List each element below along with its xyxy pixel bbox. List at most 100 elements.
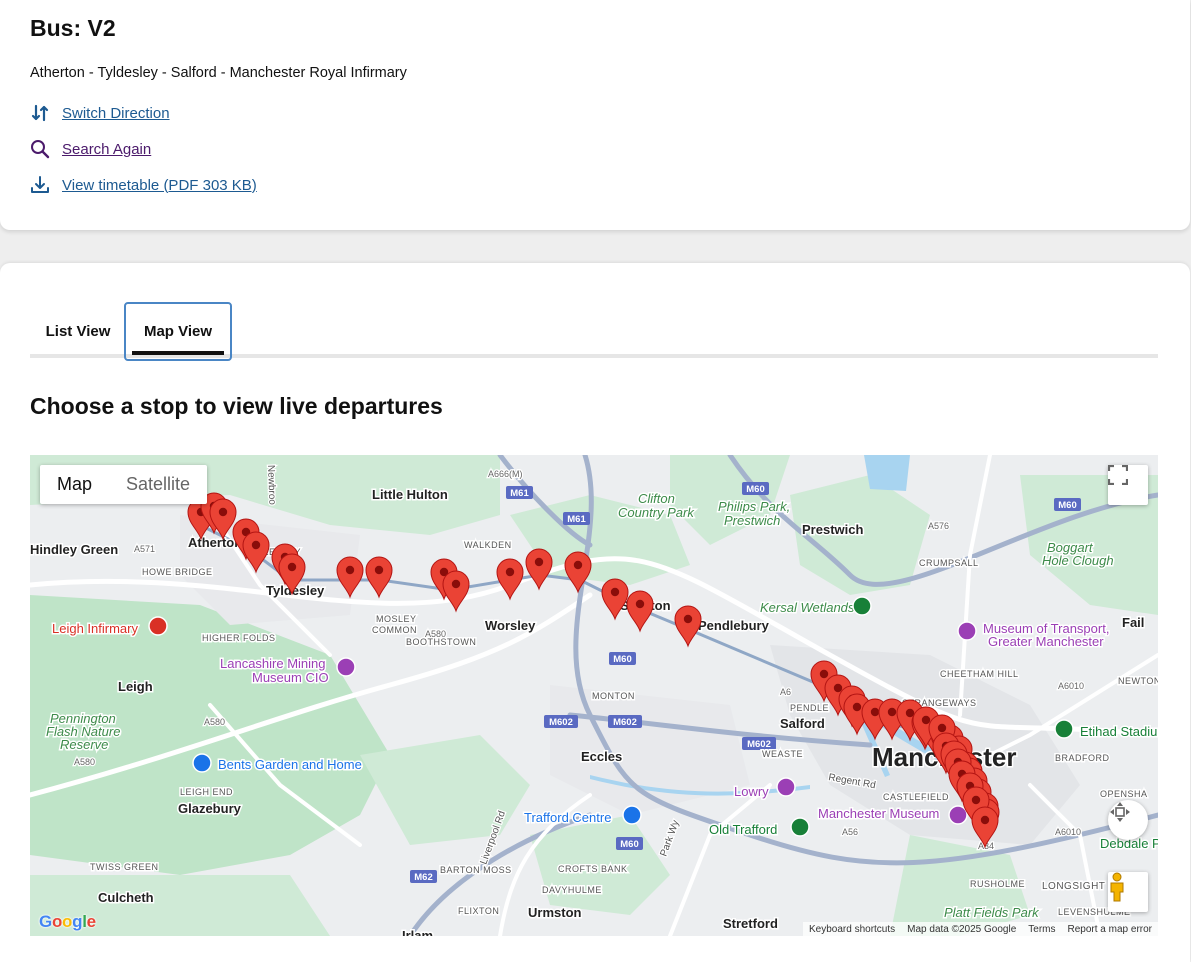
search-again-link[interactable]: Search Again bbox=[30, 139, 151, 159]
place-label: Prestwich bbox=[802, 522, 863, 537]
poi-icon bbox=[776, 777, 796, 797]
place-label: Leigh bbox=[118, 679, 153, 694]
tab-map-view[interactable]: Map View bbox=[124, 302, 232, 361]
road-shield-label: M602 bbox=[549, 717, 573, 728]
place-label: LONGSIGHT bbox=[1042, 881, 1105, 892]
poi-icon bbox=[192, 753, 212, 773]
bus-stop-marker[interactable] bbox=[601, 578, 629, 621]
place-label: TWISS GREEN bbox=[90, 862, 159, 872]
fullscreen-button[interactable] bbox=[1108, 465, 1148, 505]
map-type-map-button[interactable]: Map bbox=[40, 465, 109, 504]
poi-label: Bents Garden and Home bbox=[218, 757, 362, 772]
marker-pin-shape bbox=[442, 570, 470, 613]
marker-pin-dot bbox=[683, 614, 693, 624]
marker-pin-dot bbox=[534, 557, 544, 567]
marker-pin-shape bbox=[626, 590, 654, 633]
bus-stop-marker[interactable] bbox=[365, 556, 393, 599]
poi-icon bbox=[790, 817, 810, 837]
marker-pin-dot bbox=[870, 707, 880, 717]
search-icon bbox=[30, 139, 50, 159]
road-shield-label: A56 bbox=[842, 827, 858, 837]
place-label: Hindley Green bbox=[30, 542, 118, 557]
road-shield-label: M60 bbox=[620, 839, 638, 850]
tab-list-view[interactable]: List View bbox=[30, 302, 126, 361]
poi-label: Greater Manchester bbox=[988, 634, 1104, 649]
page-title: Bus: V2 bbox=[30, 15, 116, 41]
view-tabs: List View Map View bbox=[30, 302, 1158, 361]
bus-stop-marker[interactable] bbox=[674, 605, 702, 648]
marker-pin-dot bbox=[451, 579, 461, 589]
place-label: MOSLEY bbox=[376, 614, 417, 624]
poi-icon bbox=[148, 616, 168, 636]
road-shield-label: A576 bbox=[928, 521, 949, 531]
place-label: HOWE BRIDGE bbox=[142, 567, 213, 577]
marker-pin-dot bbox=[218, 507, 228, 517]
poi-icon bbox=[852, 596, 872, 616]
poi-label: Manchester Museum bbox=[818, 806, 939, 821]
view-timetable-label[interactable]: View timetable (PDF 303 KB) bbox=[62, 177, 257, 194]
marker-pin-dot bbox=[921, 715, 931, 725]
poi-icon bbox=[1054, 719, 1074, 739]
place-label: Pendlebury bbox=[698, 618, 770, 633]
place-label: Fail bbox=[1122, 615, 1144, 630]
marker-pin-dot bbox=[980, 815, 990, 825]
bus-stop-marker[interactable] bbox=[525, 548, 553, 591]
place-label: MONTON bbox=[592, 691, 635, 701]
poi-label: Country Park bbox=[618, 505, 695, 520]
route-map[interactable]: A666(M) M61 M61 M60 M60 M60 M602 M602 M602 M60 M62… bbox=[30, 455, 1158, 936]
route-header-card: Bus: V2 Atherton - Tyldesley - Salford -… bbox=[0, 0, 1190, 230]
road-shield-label: M60 bbox=[746, 484, 764, 495]
place-label: Urmston bbox=[528, 905, 582, 920]
place-label: FLIXTON bbox=[458, 906, 499, 916]
poi-label: Trafford Centre bbox=[524, 810, 611, 825]
road-shield-label: M602 bbox=[613, 717, 637, 728]
road-name: Park Wy bbox=[658, 819, 681, 858]
place-label: WALKDEN bbox=[464, 540, 512, 550]
map-type-satellite-button[interactable]: Satellite bbox=[109, 465, 207, 504]
route-description: Atherton - Tyldesley - Salford - Manches… bbox=[30, 65, 407, 81]
poi-icon bbox=[948, 805, 968, 825]
place-label: CASTLEFIELD bbox=[883, 792, 949, 802]
place-label: PENDLE bbox=[790, 703, 829, 713]
poi-label: Prestwich bbox=[724, 513, 780, 528]
marker-pin-shape bbox=[564, 551, 592, 594]
marker-pin-dot bbox=[345, 565, 355, 575]
place-label: BOOTHSTOWN bbox=[406, 637, 476, 647]
view-timetable-link[interactable]: View timetable (PDF 303 KB) bbox=[30, 175, 257, 195]
place-label: Eccles bbox=[581, 749, 622, 764]
poi-icon bbox=[622, 805, 642, 825]
bus-stop-marker[interactable] bbox=[442, 570, 470, 613]
bus-stop-marker[interactable] bbox=[626, 590, 654, 633]
terms-link[interactable]: Terms bbox=[1028, 924, 1055, 935]
place-label: HIGHER FOLDS bbox=[202, 633, 276, 643]
marker-pin-dot bbox=[635, 599, 645, 609]
place-label: COMMON bbox=[372, 625, 417, 635]
marker-pin-shape bbox=[525, 548, 553, 591]
place-label: Irlam bbox=[402, 928, 433, 936]
street-view-pegman[interactable] bbox=[1108, 872, 1148, 912]
camera-control-button[interactable] bbox=[1108, 800, 1148, 840]
place-label: BARTON MOSS bbox=[440, 865, 512, 875]
search-again-label[interactable]: Search Again bbox=[62, 141, 151, 158]
marker-pin-dot bbox=[819, 669, 829, 679]
switch-direction-label[interactable]: Switch Direction bbox=[62, 105, 170, 122]
marker-pin-dot bbox=[887, 707, 897, 717]
map-canvas[interactable]: A666(M)M61M61M60M60M60M602 M602M602M60M62… bbox=[30, 455, 1158, 936]
road-shield-label: M61 bbox=[510, 488, 529, 499]
map-attribution: Keyboard shortcuts Map data ©2025 Google… bbox=[802, 922, 1158, 936]
road-shield-label: A6010 bbox=[1058, 681, 1084, 691]
road-shield-label: A6 bbox=[780, 687, 791, 697]
poi-label: Etihad Stadiu bbox=[1080, 724, 1157, 739]
marker-pin-dot bbox=[287, 562, 297, 572]
road-shield-label: M62 bbox=[414, 872, 432, 883]
keyboard-shortcuts-link[interactable]: Keyboard shortcuts bbox=[809, 924, 895, 935]
place-label: Worsley bbox=[485, 618, 536, 633]
report-map-error-link[interactable]: Report a map error bbox=[1068, 924, 1152, 935]
marker-pin-dot bbox=[971, 795, 981, 805]
road-shield-label: M61 bbox=[567, 514, 586, 525]
switch-direction-link[interactable]: Switch Direction bbox=[30, 103, 170, 123]
bus-stop-marker[interactable] bbox=[496, 558, 524, 601]
place-label: Stretford bbox=[723, 916, 778, 931]
marker-pin-dot bbox=[852, 702, 862, 712]
bus-stop-marker[interactable] bbox=[564, 551, 592, 594]
